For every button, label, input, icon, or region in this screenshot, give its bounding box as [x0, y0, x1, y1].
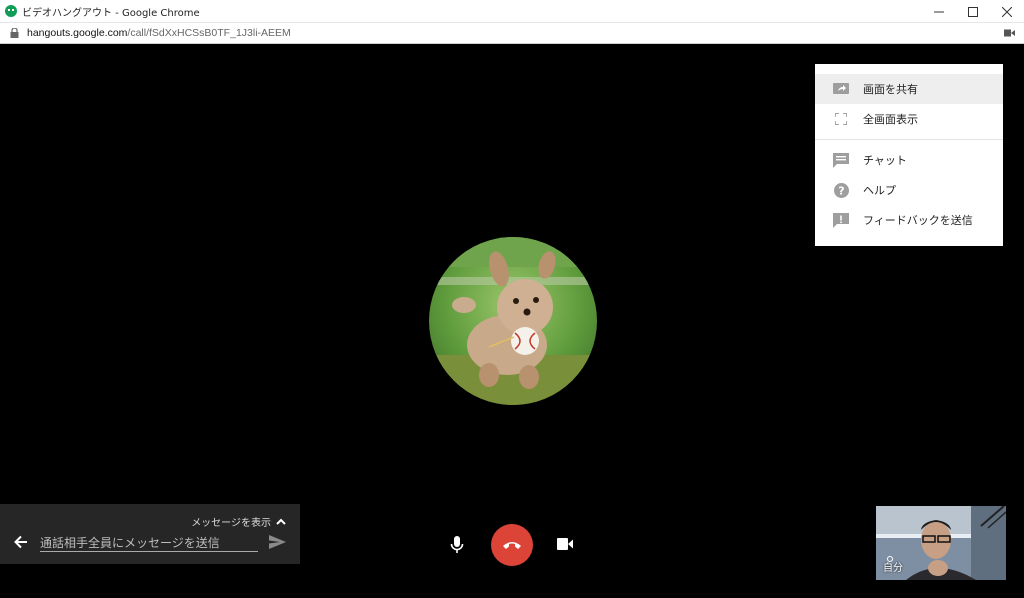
end-call-button[interactable]: [491, 524, 533, 566]
url-text[interactable]: hangouts.google.com/call/fSdXxHCSsB0TF_1…: [27, 27, 291, 39]
window-titlebar: ビデオハングアウト - Google Chrome: [0, 0, 1024, 23]
window-controls: [922, 0, 1024, 23]
menu-item-label: 全画面表示: [863, 113, 918, 126]
lock-icon: [10, 28, 19, 38]
chevron-up-icon: [276, 518, 286, 525]
chat-message-input[interactable]: [40, 534, 258, 552]
menu-item-fullscreen[interactable]: 全画面表示: [815, 104, 1003, 134]
feedback-icon: [833, 212, 849, 228]
send-icon[interactable]: [269, 535, 286, 549]
video-stage: 画面を共有 全画面表示 チャット ? ヘルプ フィードバックを送信 メッセージを…: [0, 44, 1024, 598]
camera-permission-icon[interactable]: [1004, 29, 1015, 37]
menu-item-label: 画面を共有: [863, 83, 918, 96]
window-title: ビデオハングアウト - Google Chrome: [22, 7, 200, 19]
menu-item-label: フィードバックを送信: [863, 214, 973, 227]
arrow-back-icon[interactable]: [14, 535, 28, 549]
show-messages-label: メッセージを表示: [191, 518, 271, 529]
self-view-label: 自分: [883, 563, 903, 574]
microphone-button[interactable]: [450, 536, 464, 554]
menu-item-feedback[interactable]: フィードバックを送信: [815, 205, 1003, 235]
participant-avatar: [429, 237, 597, 405]
close-button[interactable]: [990, 0, 1024, 23]
show-messages-toggle[interactable]: メッセージを表示: [191, 514, 286, 529]
hangouts-app-icon: [5, 5, 17, 17]
camera-button[interactable]: [557, 538, 573, 550]
screen-share-icon: [833, 81, 849, 97]
maximize-icon: [968, 6, 978, 17]
menu-item-label: チャット: [863, 154, 907, 167]
url-host: hangouts.google.com: [27, 27, 128, 39]
help-icon: ?: [833, 182, 849, 198]
menu-item-chat[interactable]: チャット: [815, 145, 1003, 175]
svg-text:?: ?: [838, 184, 844, 197]
close-icon: [1002, 6, 1012, 17]
menu-item-label: ヘルプ: [863, 184, 896, 197]
self-view-video[interactable]: 自分: [876, 506, 1006, 580]
maximize-button[interactable]: [956, 0, 990, 23]
fullscreen-icon: [833, 111, 849, 127]
chat-icon: [833, 152, 849, 168]
minimize-icon: [934, 11, 944, 12]
minimize-button[interactable]: [922, 0, 956, 23]
more-options-menu: 画面を共有 全画面表示 チャット ? ヘルプ フィードバックを送信: [815, 64, 1003, 246]
menu-item-share-screen[interactable]: 画面を共有: [815, 74, 1003, 104]
dog-photo: [429, 237, 597, 405]
menu-item-help[interactable]: ? ヘルプ: [815, 175, 1003, 205]
url-path: /call/fSdXxHCSsB0TF_1J3li-AEEM: [127, 27, 291, 39]
hang-up-icon: [503, 542, 521, 549]
menu-separator: [815, 139, 1003, 140]
address-bar[interactable]: hangouts.google.com/call/fSdXxHCSsB0TF_1…: [0, 23, 1024, 44]
chat-panel: メッセージを表示: [0, 504, 300, 564]
